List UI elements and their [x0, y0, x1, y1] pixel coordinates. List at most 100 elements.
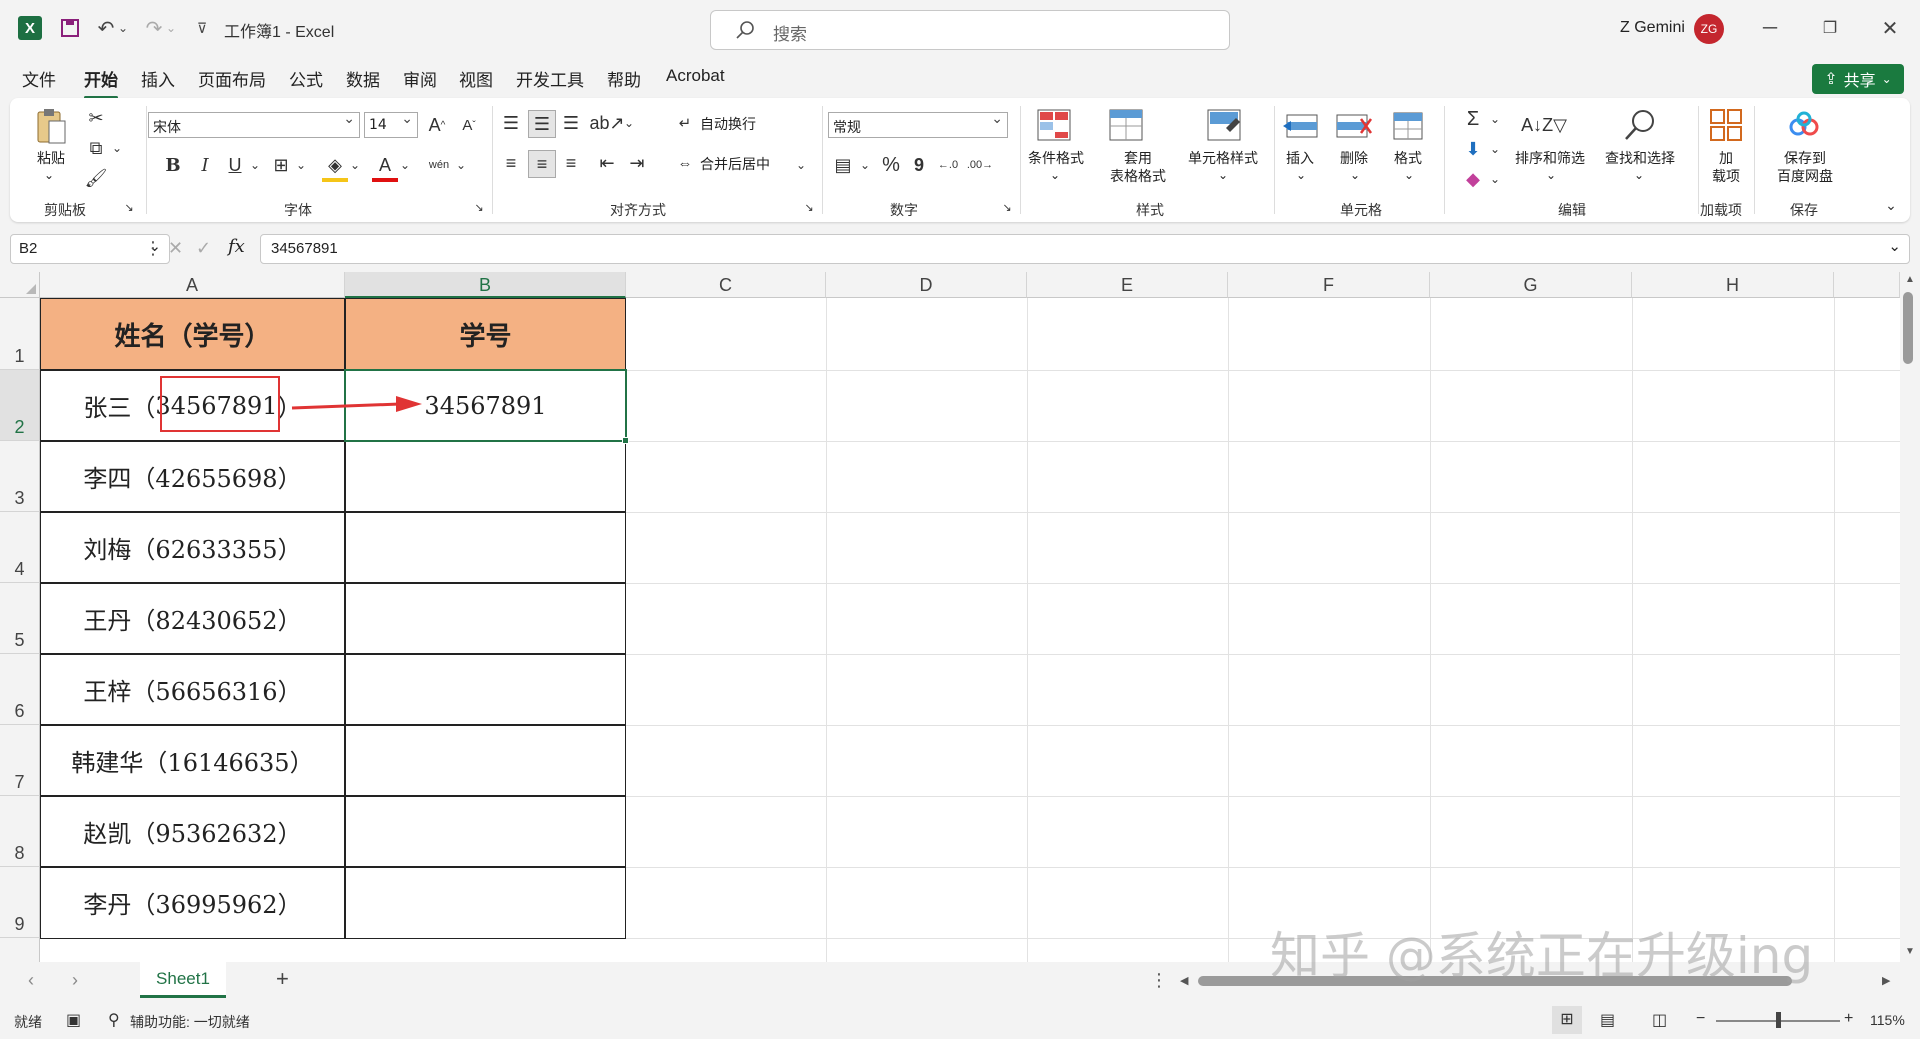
font-dialog-launcher-icon[interactable]: ↘	[472, 200, 486, 214]
increase-decimal-icon[interactable]: ←.0	[934, 152, 962, 178]
row-header-2[interactable]: 2	[0, 370, 40, 441]
tab-help[interactable]: 帮助	[607, 66, 641, 91]
tab-page-layout[interactable]: 页面布局	[198, 66, 266, 91]
comma-style-icon[interactable]: 9	[910, 152, 928, 178]
restore-icon[interactable]: ❐	[1816, 14, 1844, 42]
share-button[interactable]: ⇪ 共享 ⌄	[1812, 64, 1904, 94]
scroll-up-icon[interactable]: ▲	[1900, 274, 1920, 290]
tab-formulas[interactable]: 公式	[289, 66, 323, 91]
zoom-level[interactable]: 115%	[1870, 1012, 1905, 1028]
fill-color-dropdown-icon[interactable]: ⌄	[348, 152, 362, 178]
clear-icon[interactable]: ◆	[1460, 166, 1486, 192]
sort-filter-dropdown-icon[interactable]: ⌄	[1546, 168, 1556, 183]
decrease-indent-icon[interactable]: ⇤	[594, 150, 620, 176]
merge-center-button[interactable]: 合并后居中	[700, 156, 770, 174]
autosum-icon[interactable]: Σ	[1460, 106, 1486, 132]
format-painter-icon[interactable]: 🖌	[84, 166, 108, 190]
paste-button[interactable]: 粘贴	[34, 150, 68, 168]
copy-dropdown-icon[interactable]: ⌄	[110, 136, 124, 160]
row-header-7[interactable]: 7	[0, 725, 40, 796]
redo-dropdown-icon[interactable]: ⌄	[164, 14, 178, 42]
number-dialog-launcher-icon[interactable]: ↘	[1000, 200, 1014, 214]
row-header-10[interactable]	[0, 938, 40, 962]
page-break-view-icon[interactable]: ◫	[1652, 1010, 1667, 1030]
sheet-tab-sheet1[interactable]: Sheet1	[140, 962, 226, 998]
conditional-format-button[interactable]: 条件格式	[1026, 150, 1086, 168]
addins-icon[interactable]	[1706, 106, 1746, 144]
search-box[interactable]: 搜索	[710, 10, 1230, 50]
delete-cells-icon[interactable]	[1334, 108, 1374, 144]
formula-options-icon[interactable]: ⋮	[144, 238, 162, 259]
increase-font-icon[interactable]: A ^	[424, 112, 450, 138]
cell-styles-dropdown-icon[interactable]: ⌄	[1218, 168, 1228, 183]
row-header-5[interactable]: 5	[0, 583, 40, 654]
zoom-in-icon[interactable]: +	[1844, 1010, 1853, 1028]
accessibility-icon[interactable]: ⚲	[108, 1010, 120, 1030]
insert-cells-icon[interactable]	[1280, 108, 1320, 144]
delete-cells-button[interactable]: 删除	[1336, 150, 1372, 168]
orientation-dropdown-icon[interactable]: ⌄	[622, 110, 636, 136]
zoom-slider-thumb[interactable]	[1776, 1012, 1781, 1028]
macro-record-icon[interactable]: ▣	[66, 1010, 81, 1030]
minimize-icon[interactable]: ─	[1756, 14, 1784, 42]
bold-icon[interactable]: B	[160, 152, 186, 178]
normal-view-icon[interactable]: ⊞	[1552, 1006, 1582, 1034]
align-left-icon[interactable]: ≡	[498, 150, 524, 176]
confirm-entry-icon[interactable]: ✓	[196, 238, 211, 259]
font-color-icon[interactable]: A	[372, 152, 398, 182]
formula-input[interactable]: 34567891 ⌄	[260, 234, 1910, 264]
addins-button[interactable]: 加 载项	[1704, 150, 1748, 185]
find-select-dropdown-icon[interactable]: ⌄	[1634, 168, 1644, 183]
tab-split-icon[interactable]: ⋮	[1150, 970, 1168, 991]
align-right-icon[interactable]: ≡	[558, 150, 584, 176]
collapse-ribbon-icon[interactable]: ⌄	[1882, 196, 1900, 214]
font-name-select[interactable]: 宋体	[148, 111, 360, 138]
tab-file[interactable]: 文件	[22, 66, 56, 91]
column-header-e[interactable]: E	[1027, 272, 1228, 298]
decrease-font-icon[interactable]: Aˇ	[456, 112, 482, 138]
fill-handle[interactable]	[622, 437, 629, 444]
column-header-d[interactable]: D	[826, 272, 1027, 298]
row-header-3[interactable]: 3	[0, 441, 40, 512]
cell-styles-icon[interactable]	[1204, 106, 1244, 144]
copy-icon[interactable]: ⧉	[84, 136, 108, 160]
accounting-dropdown-icon[interactable]: ⌄	[858, 152, 872, 178]
fill-dropdown-icon[interactable]: ⌄	[1488, 136, 1502, 162]
cond-dropdown-icon[interactable]: ⌄	[1050, 168, 1060, 183]
phonetic-dropdown-icon[interactable]: ⌄	[454, 152, 468, 178]
align-top-icon[interactable]: ☰	[498, 110, 524, 136]
insert-dropdown-icon[interactable]: ⌄	[1296, 168, 1306, 183]
merge-center-icon[interactable]: ⇔	[674, 152, 696, 174]
format-cells-button[interactable]: 格式	[1390, 150, 1426, 168]
cut-icon[interactable]: ✂	[84, 106, 108, 130]
align-bottom-icon[interactable]: ☰	[558, 110, 584, 136]
accounting-format-icon[interactable]: ▤	[830, 152, 856, 178]
format-dropdown-icon[interactable]: ⌄	[1404, 168, 1414, 183]
dialog-launcher-icon[interactable]: ↘	[122, 200, 136, 214]
column-header-f[interactable]: F	[1228, 272, 1430, 298]
tab-acrobat[interactable]: Acrobat	[666, 66, 725, 86]
font-size-select[interactable]: 14	[364, 111, 418, 138]
format-as-table-button[interactable]: 套用 表格格式	[1098, 150, 1178, 185]
column-header-a[interactable]: A	[40, 272, 345, 298]
fill-icon[interactable]: ⬇	[1460, 136, 1486, 162]
format-cells-icon[interactable]	[1388, 108, 1428, 144]
scroll-left-icon[interactable]: ◀	[1180, 974, 1188, 987]
avatar[interactable]: ZG	[1694, 14, 1724, 44]
merge-dropdown-icon[interactable]: ⌄	[794, 152, 808, 178]
find-select-icon[interactable]	[1620, 106, 1660, 144]
borders-icon[interactable]: ⊞	[268, 152, 294, 178]
tab-insert[interactable]: 插入	[141, 66, 175, 91]
customize-qat-icon[interactable]: ⊽	[188, 14, 216, 42]
cancel-entry-icon[interactable]: ✕	[168, 238, 183, 259]
scroll-down-icon[interactable]: ▼	[1900, 946, 1920, 962]
phonetic-icon[interactable]: wén	[426, 152, 452, 178]
autosum-dropdown-icon[interactable]: ⌄	[1488, 106, 1502, 132]
vertical-scroll-thumb[interactable]	[1903, 292, 1913, 364]
underline-icon[interactable]: U	[222, 152, 248, 178]
font-color-dropdown-icon[interactable]: ⌄	[398, 152, 412, 178]
user-name[interactable]: Z Gemini	[1620, 19, 1685, 37]
save-icon[interactable]	[56, 14, 84, 42]
column-header-b[interactable]: B	[345, 272, 626, 298]
format-as-table-icon[interactable]	[1106, 106, 1146, 144]
